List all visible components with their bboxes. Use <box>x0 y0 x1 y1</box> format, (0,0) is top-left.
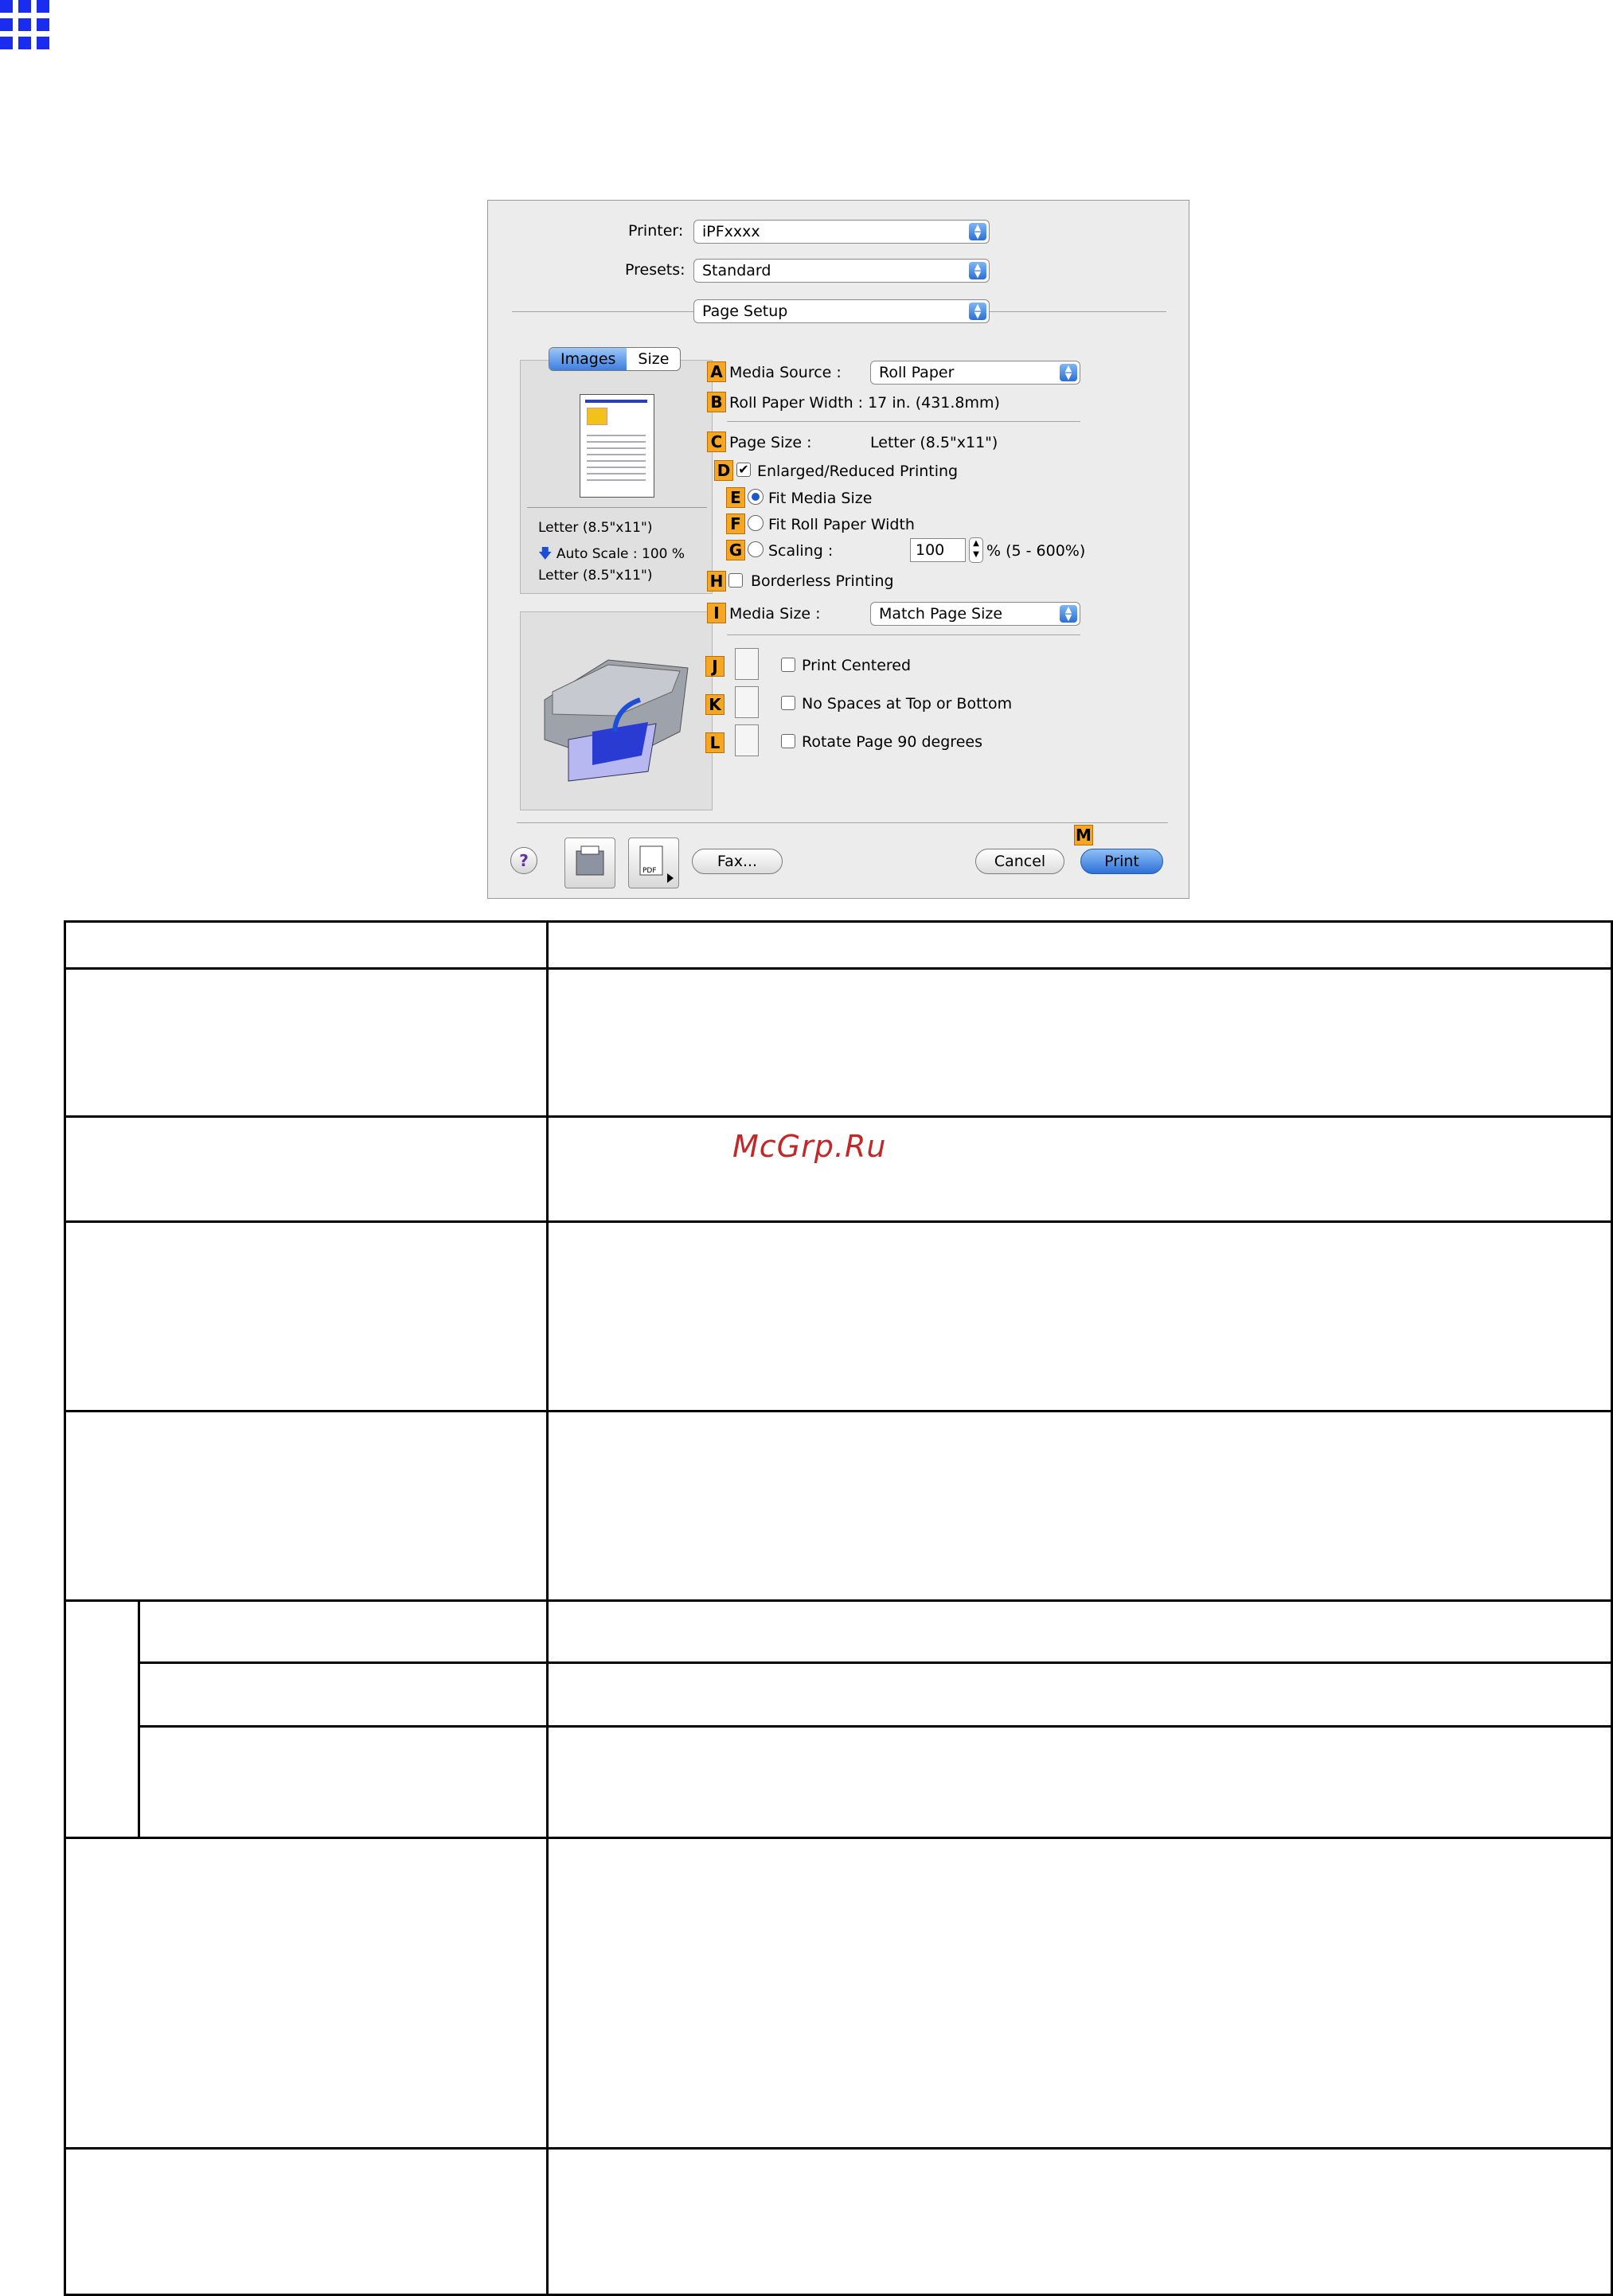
row-divider <box>66 1115 1611 1118</box>
settings-table <box>64 920 1613 2296</box>
borderless-checkbox[interactable] <box>728 573 743 588</box>
page-size-value: Letter (8.5"x11") <box>870 434 998 451</box>
no-spaces-icon <box>735 686 759 718</box>
print-button[interactable]: Print <box>1080 849 1163 874</box>
rotate-page-label: Rotate Page 90 degrees <box>802 733 982 751</box>
row-divider <box>66 1220 1611 1223</box>
marker-i: I <box>707 603 726 623</box>
row-divider <box>66 967 1611 970</box>
pdf-label: PDF <box>642 867 657 875</box>
marker-e: E <box>726 487 745 508</box>
print-centered-checkbox[interactable] <box>781 658 795 672</box>
pane-popup[interactable]: Page Setup ▲ ▼ <box>693 299 990 323</box>
separator <box>990 311 1166 312</box>
marker-c: C <box>707 431 726 452</box>
auto-scale-text: Auto Scale : 100 % <box>556 546 685 562</box>
rotate-page-checkbox[interactable] <box>781 734 795 748</box>
presets-label: Presets: <box>625 261 685 279</box>
separator <box>727 421 1080 422</box>
rotate-page-icon <box>735 724 759 756</box>
borderless-label: Borderless Printing <box>751 572 894 590</box>
marker-h: H <box>707 571 726 592</box>
printer-label: Printer: <box>628 222 684 240</box>
separator <box>527 507 707 508</box>
scaling-label: Scaling : <box>768 542 834 560</box>
cancel-button[interactable]: Cancel <box>975 849 1064 874</box>
row-divider <box>138 1725 1611 1728</box>
scaling-input[interactable]: 100 <box>910 538 966 562</box>
enlarged-reduced-label: Enlarged/Reduced Printing <box>757 463 959 480</box>
marker-f: F <box>726 513 745 534</box>
row-divider <box>66 1837 1611 1839</box>
preview-tabs: Images Size <box>549 347 682 371</box>
pdf-button[interactable]: PDF <box>628 838 679 888</box>
utility-button[interactable] <box>564 838 615 888</box>
help-button[interactable]: ? <box>510 847 537 874</box>
media-source-popup[interactable]: Roll Paper ▲ ▼ <box>870 361 1080 385</box>
tab-images[interactable]: Images <box>549 348 627 370</box>
popup-arrows-icon: ▲ ▼ <box>1060 605 1077 623</box>
pdf-icon <box>639 845 674 883</box>
marker-l: L <box>705 732 724 753</box>
marker-a: A <box>707 361 726 382</box>
popup-arrows-icon: ▲ ▼ <box>969 303 986 320</box>
marker-j: J <box>705 656 724 677</box>
presets-popup[interactable]: Standard ▲ ▼ <box>693 259 990 283</box>
preview-page-size: Letter (8.5"x11") <box>538 520 653 536</box>
page-preview <box>580 394 654 498</box>
arrow-down-icon: 🡇 <box>538 546 553 562</box>
fit-media-size-radio[interactable] <box>748 489 764 505</box>
print-centered-label: Print Centered <box>802 657 912 674</box>
no-spaces-checkbox[interactable] <box>781 696 795 710</box>
media-size-value: Match Page Size <box>879 605 1003 623</box>
separator <box>512 311 695 312</box>
fax-button[interactable]: Fax... <box>692 849 783 874</box>
fit-roll-paper-width-radio[interactable] <box>748 515 764 531</box>
roll-paper-width: Roll Paper Width : 17 in. (431.8mm) <box>729 394 1000 412</box>
marker-b: B <box>707 392 726 412</box>
media-size-label: Media Size : <box>729 605 821 623</box>
printer-illustration-panel <box>520 611 713 810</box>
media-source-value: Roll Paper <box>879 364 955 381</box>
separator <box>517 822 1168 823</box>
no-spaces-label: No Spaces at Top or Bottom <box>802 695 1013 713</box>
fit-media-size-label: Fit Media Size <box>768 490 873 507</box>
presets-value: Standard <box>702 262 771 279</box>
marker-k: K <box>705 694 724 715</box>
page-size-label: Page Size : <box>729 434 812 451</box>
media-source-label: Media Source : <box>729 364 842 381</box>
marker-m: M <box>1074 825 1093 845</box>
row-divider <box>66 1410 1611 1412</box>
column-divider <box>546 923 549 2294</box>
popup-arrows-icon: ▲ ▼ <box>969 223 986 240</box>
sub-column-divider <box>138 1601 140 1838</box>
printer-value: iPFxxxx <box>702 223 760 240</box>
media-size-popup[interactable]: Match Page Size ▲ ▼ <box>870 602 1080 626</box>
print-centered-icon <box>735 648 759 680</box>
row-divider <box>66 1599 1611 1602</box>
pane-value: Page Setup <box>702 303 788 320</box>
grid-menu-icon <box>0 0 49 53</box>
printer-tools-icon <box>576 845 604 876</box>
row-divider <box>66 2147 1611 2150</box>
preview-media-size: Letter (8.5"x11") <box>538 568 653 584</box>
row-divider <box>138 1661 1611 1664</box>
marker-d: D <box>714 460 733 481</box>
scaling-radio[interactable] <box>748 541 764 557</box>
popup-arrows-icon: ▲ ▼ <box>969 262 986 279</box>
scaling-stepper[interactable]: ▲ ▼ <box>969 537 983 563</box>
fit-roll-paper-width-label: Fit Roll Paper Width <box>768 516 915 533</box>
print-dialog: Printer: iPFxxxx ▲ ▼ Presets: Standard ▲ ▼… <box>487 200 1189 899</box>
preview-panel: Letter (8.5"x11") 🡇 Auto Scale : 100 % L… <box>520 360 713 594</box>
printer-illustration-icon <box>544 659 689 782</box>
watermark-text: McGrp.Ru <box>732 1129 887 1164</box>
enlarged-reduced-checkbox[interactable]: ✔ <box>736 463 751 477</box>
scaling-range: % (5 - 600%) <box>986 542 1086 560</box>
popup-arrows-icon: ▲ ▼ <box>1060 364 1077 381</box>
preview-auto-scale: 🡇 Auto Scale : 100 % <box>538 544 685 567</box>
tab-size[interactable]: Size <box>627 348 680 370</box>
marker-g: G <box>726 540 745 560</box>
printer-popup[interactable]: iPFxxxx ▲ ▼ <box>693 220 990 244</box>
